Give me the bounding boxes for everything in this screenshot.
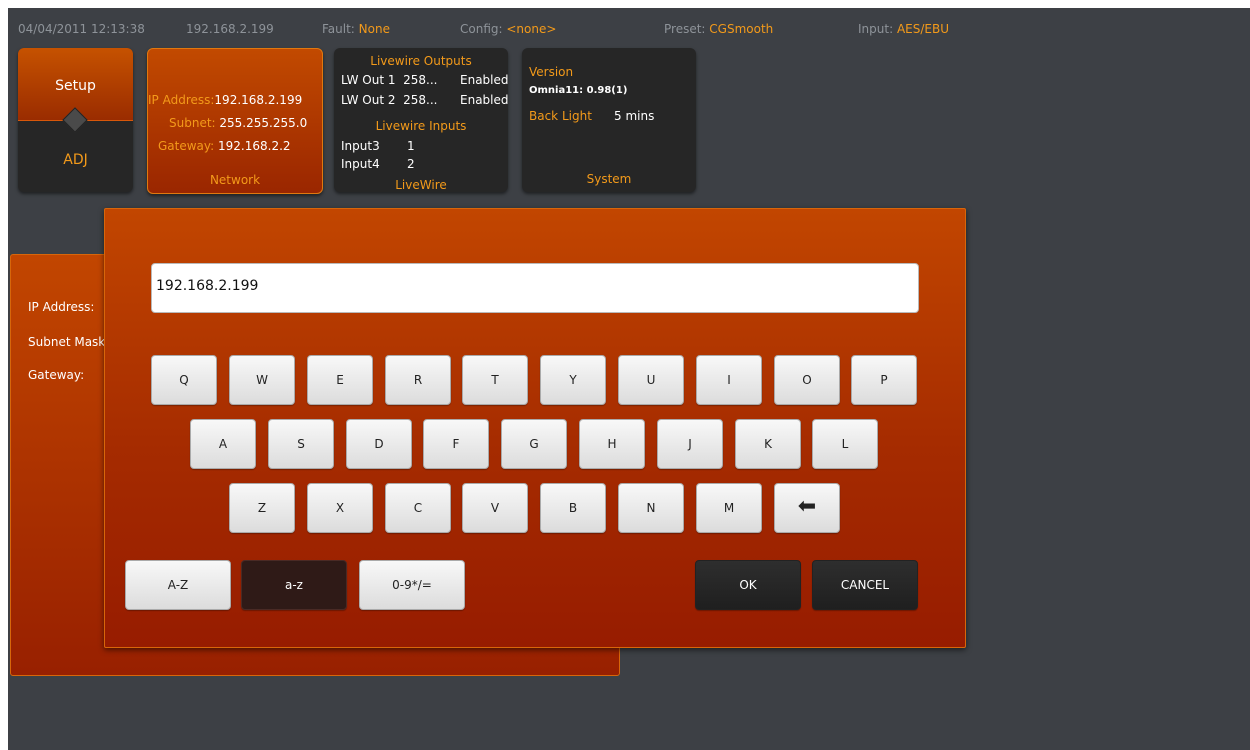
mode-numeric-button[interactable]: 0-9*/= <box>359 560 465 610</box>
cancel-button[interactable]: CANCEL <box>812 560 918 610</box>
key-k[interactable]: K <box>735 419 801 469</box>
network-tile[interactable]: IP Address:192.168.2.199 Subnet: 255.255… <box>147 48 323 194</box>
key-z[interactable]: Z <box>229 483 295 533</box>
key-v[interactable]: V <box>462 483 528 533</box>
key-l[interactable]: L <box>812 419 878 469</box>
key-i[interactable]: I <box>696 355 762 405</box>
lw-out-2-state: Enabled <box>460 93 509 107</box>
mode-lowercase-button[interactable]: a-z <box>241 560 347 610</box>
key-n[interactable]: N <box>618 483 684 533</box>
status-fault: Fault: None <box>322 22 390 36</box>
network-ip-value: 192.168.2.199 <box>214 93 303 107</box>
mode-uppercase-button[interactable]: A-Z <box>125 560 231 610</box>
key-y[interactable]: Y <box>540 355 606 405</box>
system-tile[interactable]: Version Omnia11: 0.98(1) Back Light 5 mi… <box>522 48 696 192</box>
key-o[interactable]: O <box>774 355 840 405</box>
setup-tile[interactable]: Setup ADJ <box>18 48 133 192</box>
key-e[interactable]: E <box>307 355 373 405</box>
dialog-gateway-label: Gateway: <box>28 368 85 382</box>
livewire-output-row: LW Out 2 258... Enabled <box>341 93 509 107</box>
livewire-input-row: Input4 2 <box>341 157 415 171</box>
key-c[interactable]: C <box>385 483 451 533</box>
network-subnet-label: Subnet: <box>169 116 216 130</box>
key-f[interactable]: F <box>423 419 489 469</box>
dialog-subnet-label: Subnet Mask <box>28 335 106 349</box>
status-config-label: Config: <box>460 22 503 36</box>
livewire-inputs-title: Livewire Inputs <box>375 119 467 133</box>
lw-in-1-value: 1 <box>407 139 415 153</box>
network-gateway-label: Gateway: <box>158 139 215 153</box>
dialog-ip-label: IP Address: <box>28 300 95 314</box>
livewire-input-row: Input3 1 <box>341 139 415 153</box>
key-w[interactable]: W <box>229 355 295 405</box>
livewire-outputs-title: Livewire Outputs <box>370 54 472 68</box>
lw-in-2-name: Input4 <box>341 157 380 171</box>
lw-in-2-value: 2 <box>407 157 415 171</box>
app-screen: 04/04/2011 12:13:38 192.168.2.199 Fault:… <box>8 8 1250 750</box>
network-subnet-row: Subnet: 255.255.255.0 <box>169 116 307 130</box>
entry-field[interactable]: 192.168.2.199 <box>151 263 919 313</box>
key-t[interactable]: T <box>462 355 528 405</box>
status-preset: Preset: CGSmooth <box>664 22 773 36</box>
network-subnet-value: 255.255.255.0 <box>219 116 308 130</box>
livewire-tile[interactable]: Livewire Outputs LW Out 1 258... Enabled… <box>334 48 509 192</box>
status-input: Input: AES/EBU <box>858 22 949 36</box>
left-arrow-icon: ⬅ <box>797 494 817 519</box>
status-input-value: AES/EBU <box>896 22 950 36</box>
backlight-label: Back Light <box>529 109 592 123</box>
status-ip: 192.168.2.199 <box>186 22 274 36</box>
key-b[interactable]: B <box>540 483 606 533</box>
livewire-output-row: LW Out 1 258... Enabled <box>341 73 509 87</box>
keyboard-dialog: 192.168.2.199 Q W E R T Y U I O P A S D … <box>104 208 966 648</box>
backlight-value: 5 mins <box>614 109 655 123</box>
key-x[interactable]: X <box>307 483 373 533</box>
status-fault-label: Fault: <box>322 22 355 36</box>
key-j[interactable]: J <box>657 419 723 469</box>
status-config: Config: <none> <box>460 22 556 36</box>
status-fault-value: None <box>358 22 390 36</box>
livewire-footer: LiveWire <box>395 178 447 192</box>
ok-button[interactable]: OK <box>695 560 801 610</box>
key-d[interactable]: D <box>346 419 412 469</box>
network-footer: Network <box>209 173 261 187</box>
network-ip-label: IP Address: <box>148 93 215 107</box>
network-gateway-row: Gateway: 192.168.2.2 <box>158 139 291 153</box>
key-h[interactable]: H <box>579 419 645 469</box>
status-preset-label: Preset: <box>664 22 706 36</box>
status-datetime: 04/04/2011 12:13:38 <box>18 22 145 36</box>
lw-out-2-channel: 258... <box>403 93 438 107</box>
key-s[interactable]: S <box>268 419 334 469</box>
key-g[interactable]: G <box>501 419 567 469</box>
network-gateway-value: 192.168.2.2 <box>218 139 291 153</box>
key-p[interactable]: P <box>851 355 917 405</box>
status-input-label: Input: <box>858 22 894 36</box>
lw-out-1-name: LW Out 1 <box>341 73 396 87</box>
system-footer: System <box>586 172 632 186</box>
version-value: Omnia11: 0.98(1) <box>529 85 628 96</box>
status-config-value: <none> <box>506 22 557 36</box>
adj-label[interactable]: ADJ <box>18 152 133 168</box>
lw-out-1-state: Enabled <box>460 73 509 87</box>
key-m[interactable]: M <box>696 483 762 533</box>
setup-label: Setup <box>55 78 96 94</box>
key-r[interactable]: R <box>385 355 451 405</box>
lw-out-2-name: LW Out 2 <box>341 93 396 107</box>
key-u[interactable]: U <box>618 355 684 405</box>
status-preset-value: CGSmooth <box>709 22 774 36</box>
version-label: Version <box>529 65 574 79</box>
key-a[interactable]: A <box>190 419 256 469</box>
network-ip-row: IP Address:192.168.2.199 <box>148 93 302 107</box>
backspace-key[interactable]: ⬅ <box>774 483 840 533</box>
lw-out-1-channel: 258... <box>403 73 438 87</box>
lw-in-1-name: Input3 <box>341 139 380 153</box>
key-q[interactable]: Q <box>151 355 217 405</box>
